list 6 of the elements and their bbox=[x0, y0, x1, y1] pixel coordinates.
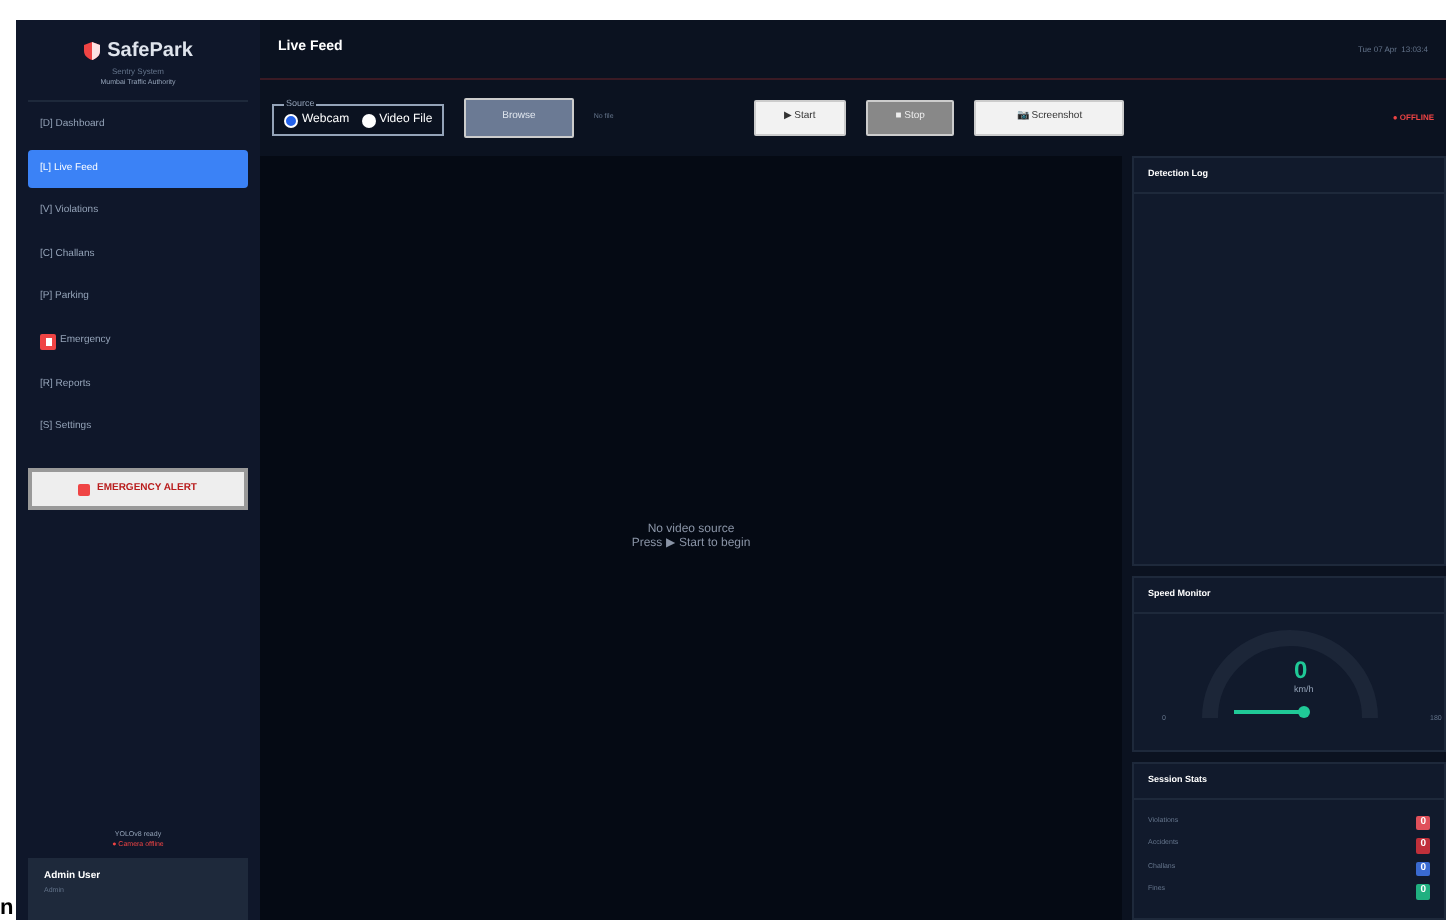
speed-value: 0 bbox=[1294, 657, 1308, 682]
alarm-icon bbox=[78, 483, 91, 495]
shield-icon bbox=[83, 42, 100, 60]
text-fragment: n bbox=[0, 898, 14, 920]
brand-name: SafePark bbox=[107, 38, 193, 66]
alarm-icon bbox=[40, 333, 56, 350]
